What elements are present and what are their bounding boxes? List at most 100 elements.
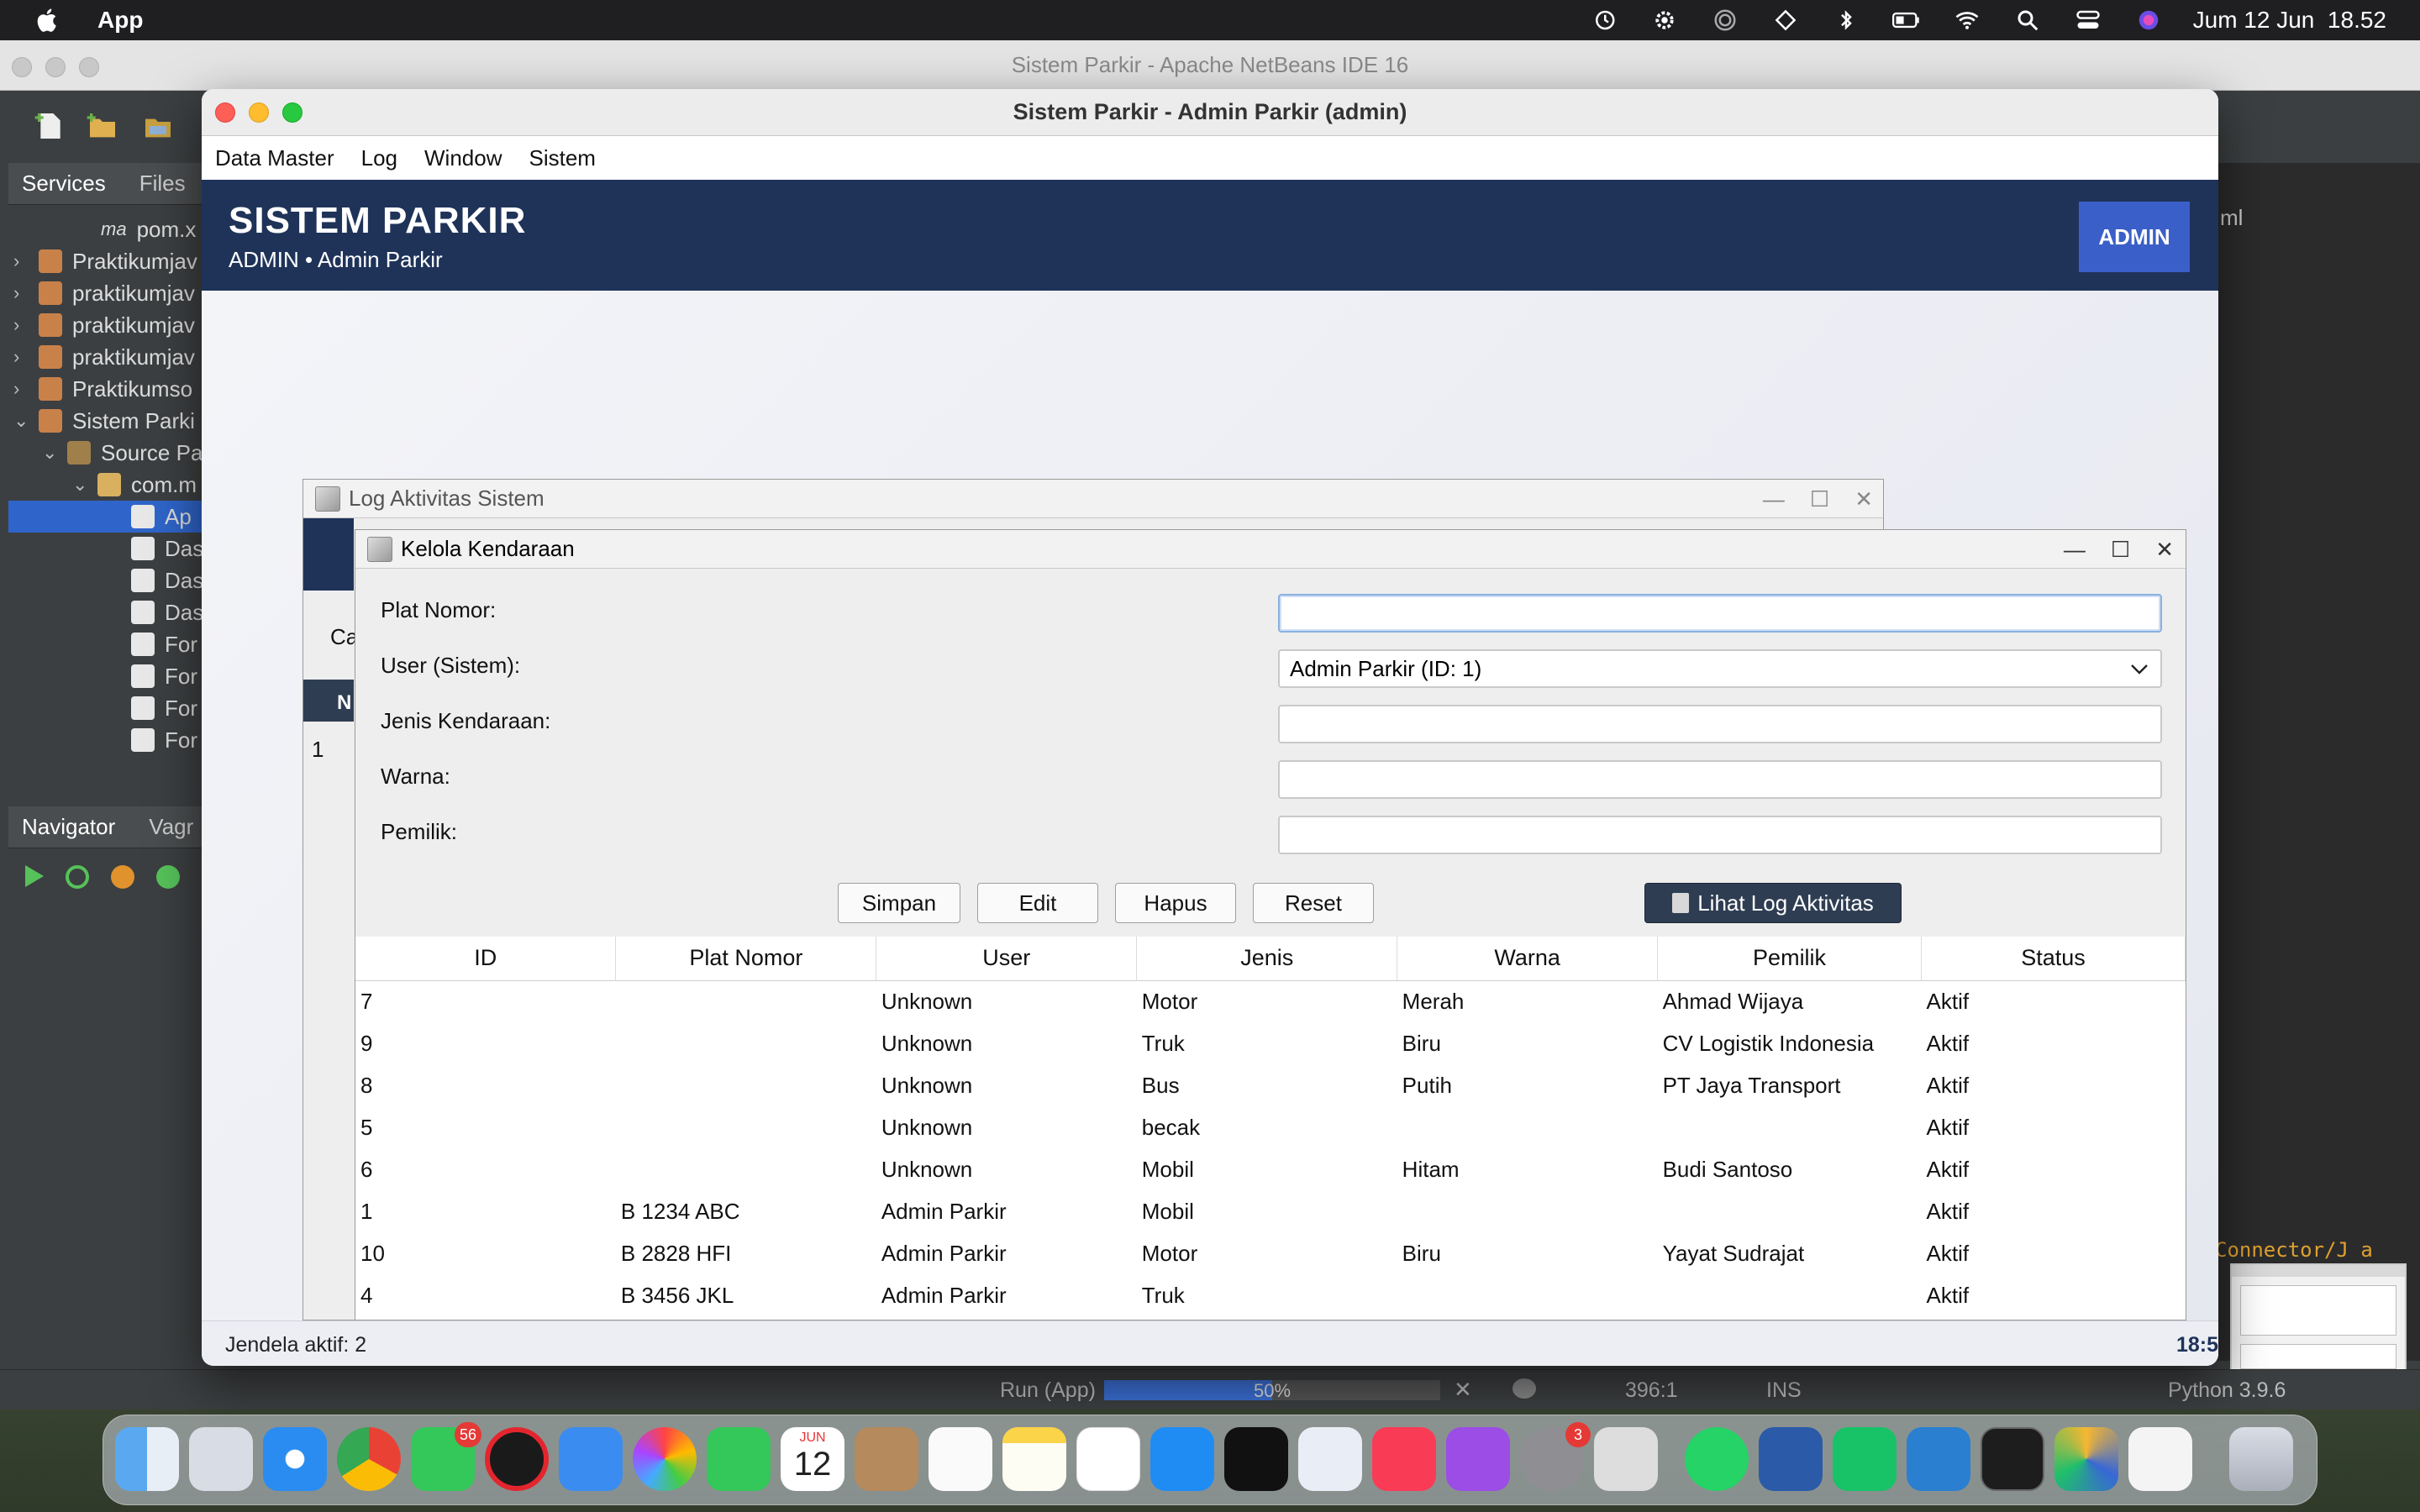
iphone-mirroring-icon[interactable] [1594,1427,1658,1491]
tree-item[interactable]: Das [131,596,203,628]
menu-window[interactable]: Window [424,145,502,171]
run-icon[interactable] [25,865,44,887]
cancel-run-icon[interactable]: ✕ [1454,1377,1472,1403]
photos-icon[interactable] [633,1427,697,1491]
terminal-icon[interactable] [1981,1427,2044,1491]
reset-button[interactable]: Reset [1253,883,1374,923]
table-row[interactable]: 8 Unknown Bus Putih PT Jaya Transport Aktif [355,1064,2186,1106]
trash-icon[interactable] [2229,1427,2293,1491]
chrome-icon[interactable] [337,1427,401,1491]
tree-item[interactable]: ma pom.x [101,213,196,245]
pause-icon[interactable] [111,865,134,889]
notes-icon[interactable] [1002,1427,1066,1491]
vscode-icon[interactable] [1907,1427,1970,1491]
tree-item[interactable]: ⌄ com.m [72,469,197,501]
creative-cloud-icon[interactable] [1709,8,1741,33]
tree-item[interactable]: › Praktikumjav [13,245,197,277]
word-icon[interactable] [1759,1427,1823,1491]
table-row[interactable]: 7 Unknown Motor Merah Ahmad Wijaya Aktif [355,980,2186,1022]
facetime-icon[interactable] [707,1427,771,1491]
reminders-icon[interactable] [929,1427,992,1491]
finder-icon[interactable] [115,1427,179,1491]
tree-item[interactable]: › praktikumjav [13,277,195,309]
menu-sistem[interactable]: Sistem [529,145,595,171]
chevron-down-icon[interactable]: ⌄ [42,442,57,464]
close-window-button[interactable] [12,57,32,77]
messages-icon[interactable]: 56 [411,1422,481,1491]
close-window-button[interactable] [215,102,235,123]
spotlight-search-icon[interactable] [2012,8,2044,33]
col-header-status[interactable]: Status [1921,937,2186,981]
table-row[interactable]: 4 B 3456 JKL Admin Parkir Truk Aktif [355,1274,2186,1316]
lihat-log-button[interactable]: Lihat Log Aktivitas [1644,883,1902,923]
settings-gear-icon[interactable] [1649,8,1681,33]
tree-item[interactable]: Das [131,533,203,564]
chevron-down-icon[interactable]: ⌄ [72,474,87,496]
calendar-icon[interactable]: JUN 12 [781,1427,844,1491]
table-row[interactable]: 1 B 1234 ABC Admin Parkir Mobil Aktif [355,1190,2186,1232]
col-header-user[interactable]: User [876,937,1138,981]
simpan-button[interactable]: Simpan [838,883,960,923]
opera-icon[interactable] [485,1427,549,1491]
user-sistem-select[interactable]: Admin Parkir (ID: 1) [1278,649,2162,688]
chevron-right-icon[interactable]: › [13,346,29,368]
table-row[interactable]: 5 Unknown becak Aktif [355,1106,2186,1148]
tree-item[interactable]: For [131,660,197,692]
tab-navigator[interactable]: Navigator [22,814,115,840]
minimize-icon[interactable]: — [2064,537,2086,563]
mail-icon[interactable] [559,1427,623,1491]
music-icon[interactable] [1372,1427,1436,1491]
chevron-right-icon[interactable]: › [13,314,29,336]
close-icon[interactable]: ✕ [1854,486,1873,512]
system-settings-icon[interactable]: 3 [1520,1422,1591,1491]
control-center-icon[interactable] [2072,8,2104,33]
maps-icon[interactable] [1298,1427,1362,1491]
minimize-window-button[interactable] [249,102,269,123]
table-row[interactable]: 10 B 2828 HFI Admin Parkir Motor Biru Yayat S… [355,1232,2186,1274]
tree-item[interactable]: › praktikumjav [13,341,195,373]
notifications-icon[interactable] [1512,1378,1536,1399]
kendaraan-table-scroll[interactable]: ID Plat Nomor User Jenis Warna Pemilik S… [355,937,2186,1320]
java-icon[interactable] [2128,1427,2192,1491]
table-row[interactable]: 9 Unknown Truk Biru CV Logistik Indonesia Akt… [355,1022,2186,1064]
tree-item[interactable]: For [131,692,197,724]
netbeans-icon[interactable] [2054,1427,2118,1491]
col-header-jenis[interactable]: Jenis [1136,937,1398,981]
tree-item[interactable]: For [131,724,197,756]
col-header-id[interactable]: ID [355,937,617,981]
diamond-icon[interactable] [1770,8,1802,33]
hapus-button[interactable]: Hapus [1115,883,1236,923]
menu-log[interactable]: Log [361,145,397,171]
active-app-name[interactable]: App [97,7,143,34]
minimize-icon[interactable]: — [1763,486,1785,512]
battery-icon[interactable] [1891,8,1923,33]
wifi-icon[interactable] [1951,8,1983,33]
apple-icon[interactable] [34,6,62,34]
tree-item-selected[interactable]: Ap [8,501,203,533]
plat-nomor-input[interactable] [1278,594,2162,633]
col-header-warna[interactable]: Warna [1397,937,1659,981]
menubar-clock[interactable]: Jum 12 Jun 18.52 [2193,7,2386,34]
open-project-icon[interactable] [139,109,176,143]
podcasts-icon[interactable] [1446,1427,1510,1491]
whatsapp-icon[interactable] [1685,1427,1749,1491]
zoom-window-button[interactable] [282,102,302,123]
editor-tab-label[interactable]: ml [2220,205,2243,231]
close-icon[interactable]: ✕ [2155,537,2174,563]
android-studio-icon[interactable] [1833,1427,1897,1491]
apple-tv-icon[interactable] [1224,1427,1288,1491]
resume-icon[interactable] [156,865,180,889]
tree-item[interactable]: ⌄ Sistem Parki [13,405,195,437]
table-row[interactable]: 11B 3838 CKJAdmin ParkirMotorBiruRevanAk… [355,1316,2186,1320]
warna-input[interactable] [1278,760,2162,799]
table-row[interactable]: 6 Unknown Mobil Hitam Budi Santoso Aktif [355,1148,2186,1190]
menu-data-master[interactable]: Data Master [215,145,334,171]
new-file-icon[interactable] [32,109,69,143]
siri-icon[interactable] [2133,8,2165,33]
screen-time-icon[interactable] [1588,8,1620,33]
contacts-icon[interactable] [855,1427,918,1491]
tree-item[interactable]: ⌄ Source Pa [42,437,203,469]
app-store-icon[interactable] [1150,1427,1214,1491]
tab-vagrant[interactable]: Vagr [149,814,193,840]
minimize-window-button[interactable] [45,57,66,77]
